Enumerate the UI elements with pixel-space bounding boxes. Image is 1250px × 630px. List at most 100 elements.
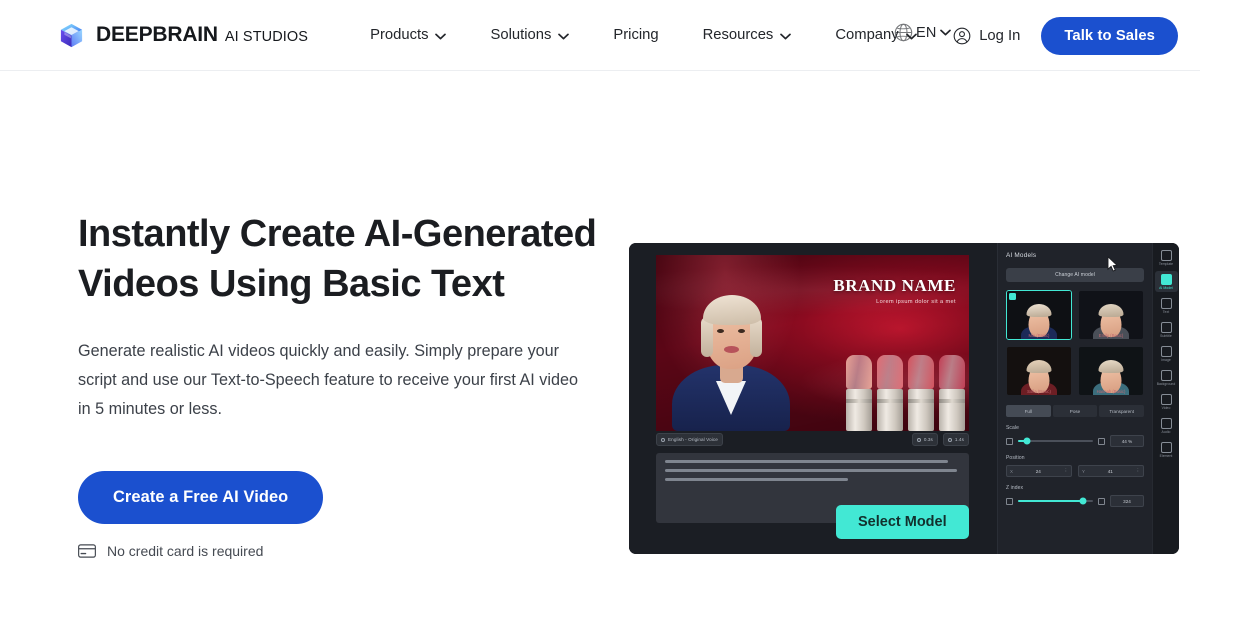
clock-icon <box>947 437 952 442</box>
lipstick-product-group <box>846 355 965 431</box>
hero-copy: Instantly Create AI-Generated Videos Usi… <box>78 209 598 559</box>
check-icon <box>1009 293 1016 300</box>
nav-label: Pricing <box>613 27 659 43</box>
brand-suffix: AI STUDIOS <box>224 29 309 45</box>
z-index-value-text: 324 <box>1123 498 1131 504</box>
rail-label: Template <box>1158 262 1174 266</box>
clock-icon <box>916 437 921 442</box>
change-ai-model-button[interactable]: Change AI model <box>1006 268 1144 282</box>
tab-pose[interactable]: Pose <box>1052 405 1098 417</box>
rail-label: Audio <box>1161 430 1171 434</box>
rail-item-background[interactable]: Background <box>1155 367 1178 388</box>
talk-to-sales-button[interactable]: Talk to Sales <box>1041 16 1178 55</box>
nav-label: Resources <box>702 27 774 43</box>
header-actions: Log In Talk to Sales <box>953 0 1178 71</box>
position-label: Position <box>1006 455 1025 461</box>
tab-transparent[interactable]: Transparent <box>1099 405 1145 417</box>
stepper-icon[interactable]: ⋮ <box>1136 468 1140 474</box>
select-model-button[interactable]: Select Model <box>836 505 969 539</box>
model-label: Mia (Basic) <box>1028 333 1050 338</box>
rail-item-subtitle[interactable]: Subtitle <box>1155 319 1178 340</box>
rail-label: Image <box>1161 358 1171 362</box>
language-selector[interactable]: EN <box>894 23 951 42</box>
rail-item-video[interactable]: Video <box>1155 391 1178 412</box>
canvas-brand-name: BRAND NAME <box>833 276 956 295</box>
rail-item-template[interactable]: Template <box>1155 247 1178 268</box>
rail-item-audio[interactable]: Audio <box>1155 415 1178 436</box>
position-y-field[interactable]: Y 41 ⋮ <box>1078 465 1144 477</box>
tab-full[interactable]: Full <box>1006 405 1051 417</box>
change-ai-model-label: Change AI model <box>1055 272 1095 278</box>
canvas-brand-tagline: Lorem ipsum dolor sit a met <box>876 299 956 305</box>
template-icon <box>1160 250 1172 261</box>
scale-slider[interactable] <box>1018 437 1093 445</box>
nav-label: Company <box>835 27 899 43</box>
timing-pill[interactable]: 1.4s <box>942 433 969 446</box>
element-icon <box>1160 442 1172 453</box>
background-icon <box>1160 370 1172 381</box>
lipstick-item <box>877 355 903 431</box>
editor-tool-rail: Template AI Model Text Subtitle Image Ba… <box>1152 243 1179 554</box>
scale-label: Scale <box>1006 425 1020 431</box>
text-icon <box>1160 298 1172 309</box>
credit-card-icon <box>78 544 96 558</box>
nav-item-solutions[interactable]: Solutions <box>490 19 570 51</box>
tab-label: Transparent <box>1109 408 1134 414</box>
model-label: Emily (Basic) <box>1098 333 1124 338</box>
nav-item-products[interactable]: Products <box>370 19 447 51</box>
layers-icon <box>1006 497 1013 505</box>
nav-item-pricing[interactable]: Pricing <box>613 19 658 51</box>
stepper-icon[interactable]: ⋮ <box>1064 468 1068 474</box>
z-index-value[interactable]: 324 <box>1110 495 1144 507</box>
scale-value[interactable]: 44 % <box>1110 435 1144 447</box>
canvas-toolbar: English - Original Voice 0.3s 1.4s <box>656 431 969 448</box>
page-title: Instantly Create AI-Generated Videos Usi… <box>78 213 597 305</box>
language-code: EN <box>916 24 937 41</box>
rail-item-element[interactable]: Element <box>1155 439 1178 460</box>
rail-label: Text <box>1162 310 1170 314</box>
position-x-field[interactable]: X 24 ⋮ <box>1006 465 1072 477</box>
landing-page: DEEPBRAIN AI STUDIOS Products Solutions … <box>0 0 1250 630</box>
ai-model-icon <box>1160 274 1172 285</box>
position-x-axis: X <box>1010 468 1013 474</box>
create-free-ai-video-button[interactable]: Create a Free AI Video <box>78 471 324 524</box>
chevron-down-icon <box>939 29 951 36</box>
timing-pill[interactable]: 0.3s <box>911 433 938 446</box>
login-label: Log In <box>979 27 1021 44</box>
image-icon <box>1160 346 1172 357</box>
voice-pill[interactable]: English - Original Voice <box>656 433 723 446</box>
chevron-down-icon <box>435 33 447 40</box>
model-label: Sofia (Basic) <box>1027 389 1051 394</box>
z-index-label: Z index <box>1006 485 1024 491</box>
lock-icon[interactable] <box>1098 437 1105 445</box>
model-card[interactable]: Emily (Basic) <box>1078 290 1144 340</box>
user-circle-icon <box>953 27 971 45</box>
rail-label: Background <box>1156 382 1176 386</box>
hero-subcopy: Generate realistic AI videos quickly and… <box>78 342 578 418</box>
rail-item-ai-model[interactable]: AI Model <box>1154 271 1178 292</box>
tab-label: Full <box>1024 408 1033 414</box>
model-card[interactable]: Sofia (Basic) <box>1006 346 1072 396</box>
z-index-slider[interactable] <box>1018 497 1093 505</box>
rail-item-image[interactable]: Image <box>1155 343 1178 364</box>
z-index-control: 324 <box>1006 495 1144 507</box>
rail-label: Subtitle <box>1160 334 1172 338</box>
scale-icon <box>1006 437 1013 445</box>
subtitle-icon <box>1160 322 1172 333</box>
tab-label: Pose <box>1069 408 1081 414</box>
login-button[interactable]: Log In <box>953 27 1020 45</box>
nav-item-resources[interactable]: Resources <box>703 19 792 51</box>
model-card[interactable]: Mia (Basic) <box>1006 290 1072 340</box>
ai-presenter-avatar <box>670 255 792 431</box>
canvas-brand-text: BRAND NAME Lorem ipsum dolor sit a met <box>833 276 956 305</box>
lipstick-item <box>908 355 934 431</box>
lock-icon[interactable] <box>1098 497 1105 505</box>
position-control: X 24 ⋮ Y 41 ⋮ <box>1006 465 1144 477</box>
video-preview[interactable]: BRAND NAME Lorem ipsum dolor sit a met <box>656 255 969 431</box>
position-x-value: 24 <box>1035 468 1041 474</box>
rail-item-text[interactable]: Text <box>1155 295 1178 316</box>
brand-name: DEEPBRAIN <box>96 23 218 46</box>
position-y-value: 41 <box>1107 468 1113 474</box>
brand-logo[interactable]: DEEPBRAIN AI STUDIOS <box>58 22 308 49</box>
model-card[interactable]: Hannah (Basic) <box>1078 346 1144 396</box>
